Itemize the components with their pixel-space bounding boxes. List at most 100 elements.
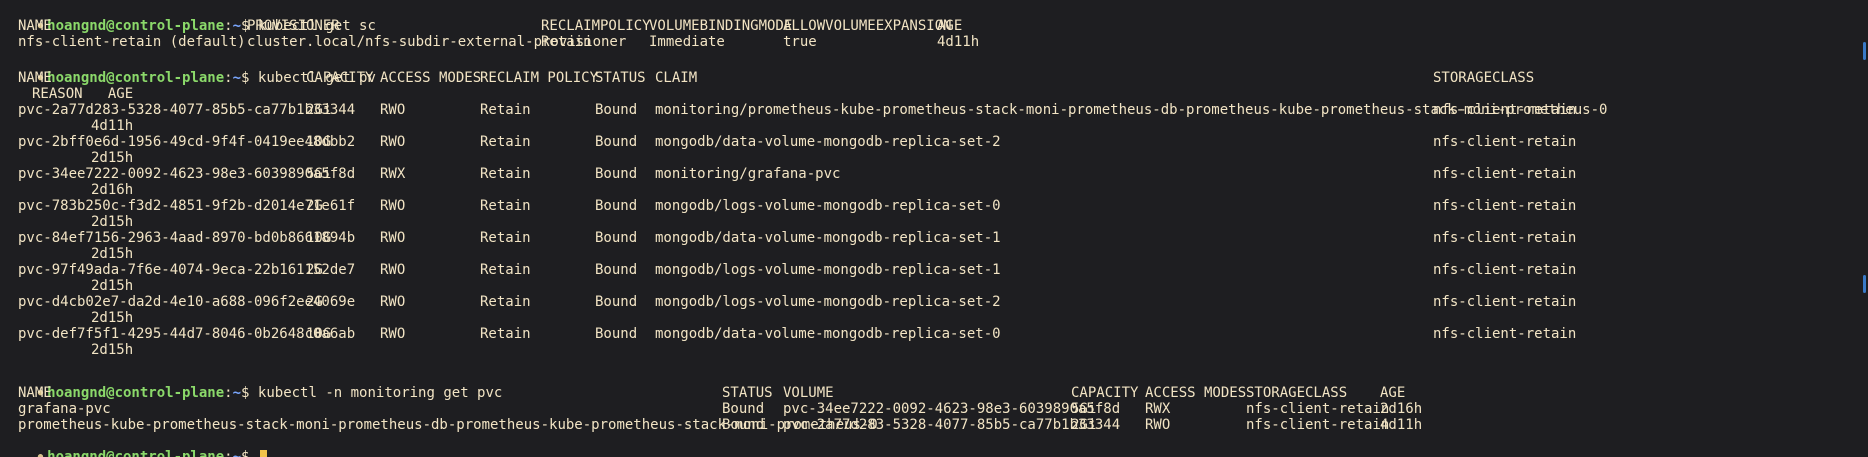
pv-storageclass: nfs-client-retain xyxy=(1433,262,1577,278)
terminal-window[interactable]: ● hoangnd@control-plane:~$ kubectl get sc… xyxy=(0,0,1868,457)
pv-header-storageclass: STORAGECLASS xyxy=(1433,70,1535,86)
pv-storageclass: nfs-client-retain xyxy=(1433,326,1577,342)
pv-header-claim: CLAIM xyxy=(655,70,698,86)
pvc-header-capacity: CAPACITY xyxy=(1071,385,1139,401)
prompt-marker: ● xyxy=(37,452,44,457)
pv-age: 4d11h xyxy=(91,118,134,134)
pv-status: Bound xyxy=(595,326,638,342)
pv-age: 2d16h xyxy=(91,182,134,198)
sc-name: nfs-client-retain (default) xyxy=(18,34,246,50)
scroll-indicator[interactable] xyxy=(1863,42,1866,60)
sc-header-allowvolumeexpansion: ALLOWVOLUMEEXPANSION xyxy=(783,18,952,34)
pvc-header-status: STATUS xyxy=(722,385,773,401)
pv-access-modes: RWO xyxy=(380,134,406,150)
pvc-status: Bound xyxy=(722,417,765,433)
prompt-user-host: hoangnd@control-plane xyxy=(47,449,225,457)
pv-claim: mongodb/data-volume-mongodb-replica-set-… xyxy=(655,134,1001,150)
table-row: pvc-d4cb02e7-da2d-4e10-a688-096f2ee4069e… xyxy=(4,294,1868,326)
pv-reclaim-policy: Retain xyxy=(480,102,531,118)
table-row: pvc-2bff0e6d-1956-49cd-9f4f-0419ee48dbb2… xyxy=(4,134,1868,166)
pv-name: pvc-84ef7156-2963-4aad-8970-bd0b8661894b xyxy=(18,230,356,246)
pv-reclaim-policy: Retain xyxy=(480,230,531,246)
pv-capacity: 5Gi xyxy=(306,166,332,182)
pv-age: 2d15h xyxy=(91,342,134,358)
pv-header-row: NAME CAPACITY ACCESS MODES RECLAIM POLIC… xyxy=(4,70,1868,86)
pv-age: 2d15h xyxy=(91,246,134,262)
pv-capacity: 10G xyxy=(306,134,332,150)
pv-age: 2d15h xyxy=(91,214,134,230)
sc-reclaimpolicy: Retain xyxy=(541,34,592,50)
pvc-header-storageclass: STORAGECLASS xyxy=(1246,385,1348,401)
table-row: prometheus-kube-prometheus-stack-moni-pr… xyxy=(4,417,1868,433)
pvc-capacity: 5Gi xyxy=(1071,401,1097,417)
pvc-status: Bound xyxy=(722,401,765,417)
pvc-header-name: NAME xyxy=(18,385,52,401)
pv-reclaim-policy: Retain xyxy=(480,262,531,278)
pv-header-wrap-row: REASON AGE xyxy=(4,86,1868,102)
pv-storageclass: nfs-client-retain xyxy=(1433,102,1577,118)
sc-header-reclaimpolicy: RECLAIMPOLICY xyxy=(541,18,651,34)
sc-header-age: AGE xyxy=(937,18,963,34)
pv-status: Bound xyxy=(595,102,638,118)
pv-capacity: 2G xyxy=(306,294,323,310)
pv-age: 2d15h xyxy=(91,150,134,166)
pv-name: pvc-34ee7222-0092-4623-98e3-6039890a5f8d xyxy=(18,166,356,182)
pvc-access-modes: RWO xyxy=(1145,417,1171,433)
pvc-volume: pvc-34ee7222-0092-4623-98e3-6039890a5f8d xyxy=(783,401,1121,417)
pv-reclaim-policy: Retain xyxy=(480,134,531,150)
pvc-storageclass: nfs-client-retain xyxy=(1246,417,1390,433)
pvc-header-access-modes: ACCESS MODES xyxy=(1145,385,1247,401)
sc-header-volumebindingmode: VOLUMEBINDINGMODE xyxy=(649,18,793,34)
terminal-cursor xyxy=(259,449,267,457)
pv-reclaim-policy: Retain xyxy=(480,294,531,310)
pvc-storageclass: nfs-client-retain xyxy=(1246,401,1390,417)
pv-claim: mongodb/data-volume-mongodb-replica-set-… xyxy=(655,326,1001,342)
pv-table-body: pvc-2a77d283-5328-4077-85b5-ca77b1b33344… xyxy=(4,102,1868,358)
prompt-path: ~ xyxy=(232,449,242,457)
pvc-access-modes: RWX xyxy=(1145,401,1171,417)
pv-access-modes: RWO xyxy=(380,198,406,214)
table-row: pvc-2a77d283-5328-4077-85b5-ca77b1b33344… xyxy=(4,102,1868,134)
pvc-volume: pvc-2a77d283-5328-4077-85b5-ca77b1b33344 xyxy=(783,417,1121,433)
pv-capacity: 2Gi xyxy=(306,102,332,118)
pv-capacity: 2G xyxy=(306,262,323,278)
table-row: grafana-pvc Bound pvc-34ee7222-0092-4623-9… xyxy=(4,401,1868,417)
pv-age: 2d15h xyxy=(91,310,134,326)
pv-reclaim-policy: Retain xyxy=(480,326,531,342)
pv-access-modes: RWO xyxy=(380,262,406,278)
pvc-header-row: NAME STATUS VOLUME CAPACITY ACCESS MODES… xyxy=(4,385,1868,401)
pv-status: Bound xyxy=(595,198,638,214)
sc-allowvolumeexpansion: true xyxy=(783,34,817,50)
scroll-indicator[interactable] xyxy=(1863,275,1866,293)
pv-claim: monitoring/grafana-pvc xyxy=(655,166,841,182)
pv-status: Bound xyxy=(595,134,638,150)
pv-header-status: STATUS xyxy=(595,70,646,86)
sc-header-name: NAME xyxy=(18,18,52,34)
pv-name: pvc-2a77d283-5328-4077-85b5-ca77b1b33344 xyxy=(18,102,356,118)
pv-storageclass: nfs-client-retain xyxy=(1433,230,1577,246)
pv-reclaim-policy: Retain xyxy=(480,166,531,182)
pv-access-modes: RWO xyxy=(380,230,406,246)
prompt-line[interactable]: ● hoangnd@control-plane:~$ xyxy=(4,433,1868,457)
table-row: pvc-97f49ada-7f6e-4074-9eca-22b161152de7… xyxy=(4,262,1868,294)
sc-header-provisioner: PROVISIONER xyxy=(247,18,340,34)
pv-header-name: NAME xyxy=(18,70,52,86)
table-row: pvc-84ef7156-2963-4aad-8970-bd0b8661894b… xyxy=(4,230,1868,262)
table-row: pvc-def7f5f1-4295-44d7-8046-0b2648c0a6ab… xyxy=(4,326,1868,358)
pv-name: pvc-97f49ada-7f6e-4074-9eca-22b161152de7 xyxy=(18,262,356,278)
pv-header-reclaim-policy: RECLAIM POLICY xyxy=(480,70,599,86)
pvc-capacity: 2Gi xyxy=(1071,417,1097,433)
pvc-age: 2d16h xyxy=(1380,401,1423,417)
pvc-header-volume: VOLUME xyxy=(783,385,834,401)
pv-name: pvc-2bff0e6d-1956-49cd-9f4f-0419ee48dbb2 xyxy=(18,134,356,150)
pv-header-capacity: CAPACITY xyxy=(306,70,374,86)
pvc-table-body: grafana-pvc Bound pvc-34ee7222-0092-4623-9… xyxy=(4,401,1868,433)
pv-storageclass: nfs-client-retain xyxy=(1433,134,1577,150)
pv-storageclass: nfs-client-retain xyxy=(1433,198,1577,214)
pv-access-modes: RWX xyxy=(380,166,406,182)
pv-storageclass: nfs-client-retain xyxy=(1433,166,1577,182)
pv-status: Bound xyxy=(595,166,638,182)
pv-name: pvc-d4cb02e7-da2d-4e10-a688-096f2ee4069e xyxy=(18,294,356,310)
prompt-line: ● hoangnd@control-plane:~$ kubectl get pv xyxy=(37,70,376,86)
pv-status: Bound xyxy=(595,262,638,278)
